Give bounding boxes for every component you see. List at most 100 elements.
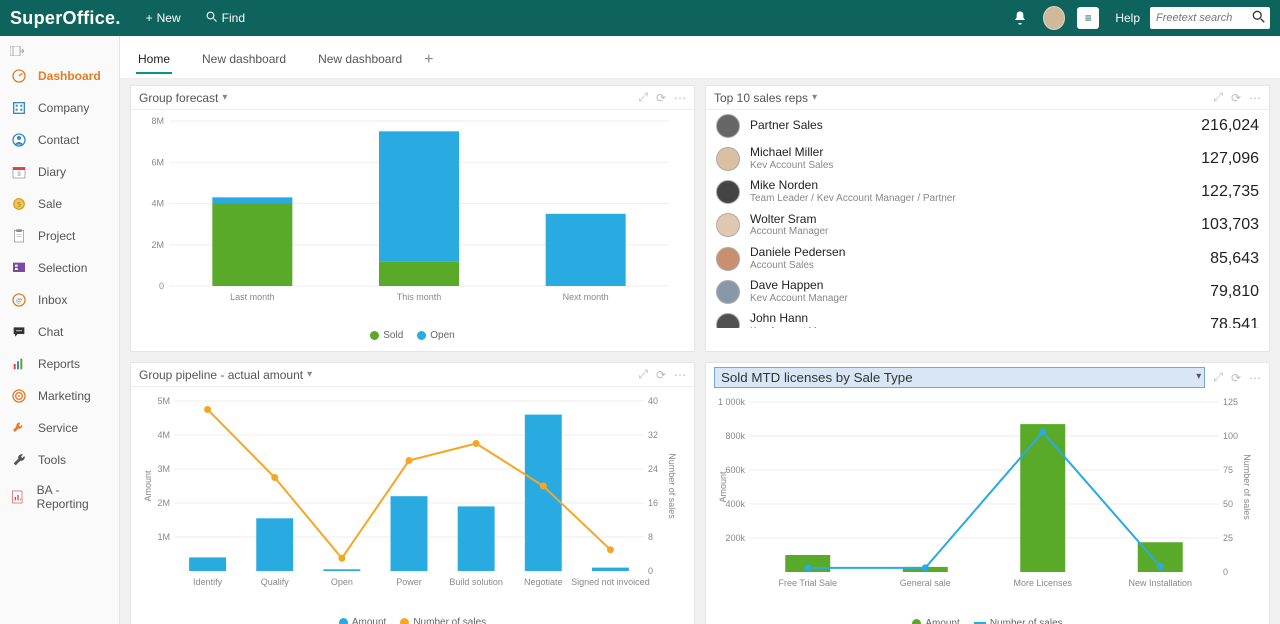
svg-text:Last month: Last month [230,292,275,302]
chevron-down-icon[interactable]: ▾ [1196,371,1201,382]
svg-text:Build solution: Build solution [449,577,503,587]
svg-text:Next month: Next month [563,292,609,302]
more-icon[interactable]: ⋯ [1249,371,1261,385]
svg-text:40: 40 [648,396,658,406]
svg-text:2M: 2M [151,240,164,250]
expand-icon[interactable]: ⤢ [638,367,648,382]
sidebar-item-service[interactable]: Service [0,412,119,444]
rep-role: Kev Account Sales [750,160,1191,172]
rep-row[interactable]: Wolter SramAccount Manager103,703 [706,209,1269,242]
tab-new-dashboard-1[interactable]: New dashboard [200,46,288,74]
expand-icon[interactable]: ⤢ [1213,370,1223,385]
sidebar-item-selection[interactable]: Selection [0,252,119,284]
chat-icon [10,323,28,341]
rep-name: Dave Happen [750,279,1200,293]
licenses-title-dropdown[interactable] [714,367,1205,388]
refresh-icon[interactable]: ⟳ [656,91,666,105]
main-menu-icon[interactable]: ≡ [1077,7,1099,29]
legend-amount: Amount [352,617,386,624]
spanner-icon [10,451,28,469]
svg-text:24: 24 [648,464,658,474]
refresh-icon[interactable]: ⟳ [1231,371,1241,385]
svg-text:75: 75 [1223,465,1233,475]
find-button[interactable]: Find [206,11,245,26]
sidebar-item-tools[interactable]: Tools [0,444,119,476]
calendar-icon: 9 [10,163,28,181]
chart-licenses: 200k400k600k800k1 000k0255075100125Free … [714,394,1261,614]
chart-pipeline: 1M2M3M4M5M0816243240IdentifyQualifyOpenP… [139,393,686,613]
sidebar-item-ba-reporting[interactable]: BA - Reporting [0,476,119,518]
chevron-down-icon[interactable]: ▾ [222,92,227,103]
sidebar-item-label: Project [38,229,75,243]
svg-text:New Installation: New Installation [1128,578,1192,588]
rep-value: 103,703 [1201,216,1259,234]
new-label: New [157,11,181,25]
rep-row[interactable]: Michael MillerKev Account Sales127,096 [706,142,1269,175]
new-button[interactable]: + New [146,11,181,25]
svg-text:Free Trial Sale: Free Trial Sale [778,578,837,588]
svg-text:100: 100 [1223,431,1238,441]
svg-text:Open: Open [331,577,353,587]
rep-row[interactable]: Dave HappenKev Account Manager79,810 [706,275,1269,308]
sidebar-item-project[interactable]: Project [0,220,119,252]
sidebar-item-label: Contact [38,133,79,147]
avatar [716,213,740,237]
legend-sold: Sold [383,330,403,341]
chevron-down-icon[interactable]: ▾ [812,92,817,103]
sidebar-item-sale[interactable]: $Sale [0,188,119,220]
sidebar-item-contact[interactable]: Contact [0,124,119,156]
panel-pipeline: Group pipeline - actual amount▾ ⤢ ⟳ ⋯ 1M… [130,362,695,624]
sidebar-item-reports[interactable]: Reports [0,348,119,380]
tab-home-0[interactable]: Home [136,46,172,74]
svg-text:200k: 200k [725,533,745,543]
sidebar-item-diary[interactable]: 9Diary [0,156,119,188]
sidebar-item-company[interactable]: Company [0,92,119,124]
avatar [716,313,740,328]
refresh-icon[interactable]: ⟳ [656,368,666,382]
legend-nsales2: Number of sales [990,618,1063,624]
svg-text:5M: 5M [157,396,170,406]
refresh-icon[interactable]: ⟳ [1231,91,1241,105]
rep-row[interactable]: Daniele PedersenAccount Sales85,643 [706,242,1269,275]
plus-icon: + [146,11,153,25]
rep-row[interactable]: Mike NordenTeam Leader / Kev Account Man… [706,175,1269,208]
svg-text:Signed not invoiced: Signed not invoiced [571,577,650,587]
svg-text:More Licenses: More Licenses [1013,578,1072,588]
sidebar-item-dashboard[interactable]: Dashboard [0,60,119,92]
more-icon[interactable]: ⋯ [674,368,686,382]
sidebar-item-inbox[interactable]: @Inbox [0,284,119,316]
sidebar-item-marketing[interactable]: Marketing [0,380,119,412]
rep-row[interactable]: John HannKev Account Manager78,541 [706,308,1269,328]
coin-icon: $ [10,195,28,213]
legend-pipeline: Amount Number of sales [139,613,686,624]
rep-name: Wolter Sram [750,213,1191,227]
rep-name: Michael Miller [750,146,1191,160]
avatar [716,147,740,171]
expand-icon[interactable]: ⤢ [638,90,648,105]
rep-value: 78,541 [1210,316,1259,328]
search-icon[interactable] [1252,10,1266,27]
svg-text:Qualify: Qualify [261,577,290,587]
notifications-icon[interactable] [1009,7,1031,29]
sidebar-item-label: Service [38,421,78,435]
more-icon[interactable]: ⋯ [674,91,686,105]
sidebar-item-chat[interactable]: Chat [0,316,119,348]
collapse-sidebar-icon[interactable] [0,42,119,60]
sidebar-item-label: Selection [38,261,87,275]
rep-value: 79,810 [1210,283,1259,301]
svg-text:32: 32 [648,430,658,440]
user-avatar[interactable] [1043,7,1065,29]
svg-text:3M: 3M [157,464,170,474]
dashboard-tabs: Home New dashboard New dashboard + [120,36,1280,79]
help-link[interactable]: Help [1115,11,1140,25]
report-icon [10,488,27,506]
panel-group-forecast: Group forecast▾ ⤢ ⟳ ⋯ 02M4M6M8MLast mont… [130,85,695,352]
more-icon[interactable]: ⋯ [1249,91,1261,105]
rep-role: Kev Account Manager [750,326,1200,328]
rep-row[interactable]: Partner Sales216,024 [706,110,1269,142]
svg-text:125: 125 [1223,397,1238,407]
tab-new-dashboard-2[interactable]: New dashboard [316,46,404,74]
add-tab-button[interactable]: + [424,51,433,69]
expand-icon[interactable]: ⤢ [1213,90,1223,105]
chevron-down-icon[interactable]: ▾ [307,369,312,380]
